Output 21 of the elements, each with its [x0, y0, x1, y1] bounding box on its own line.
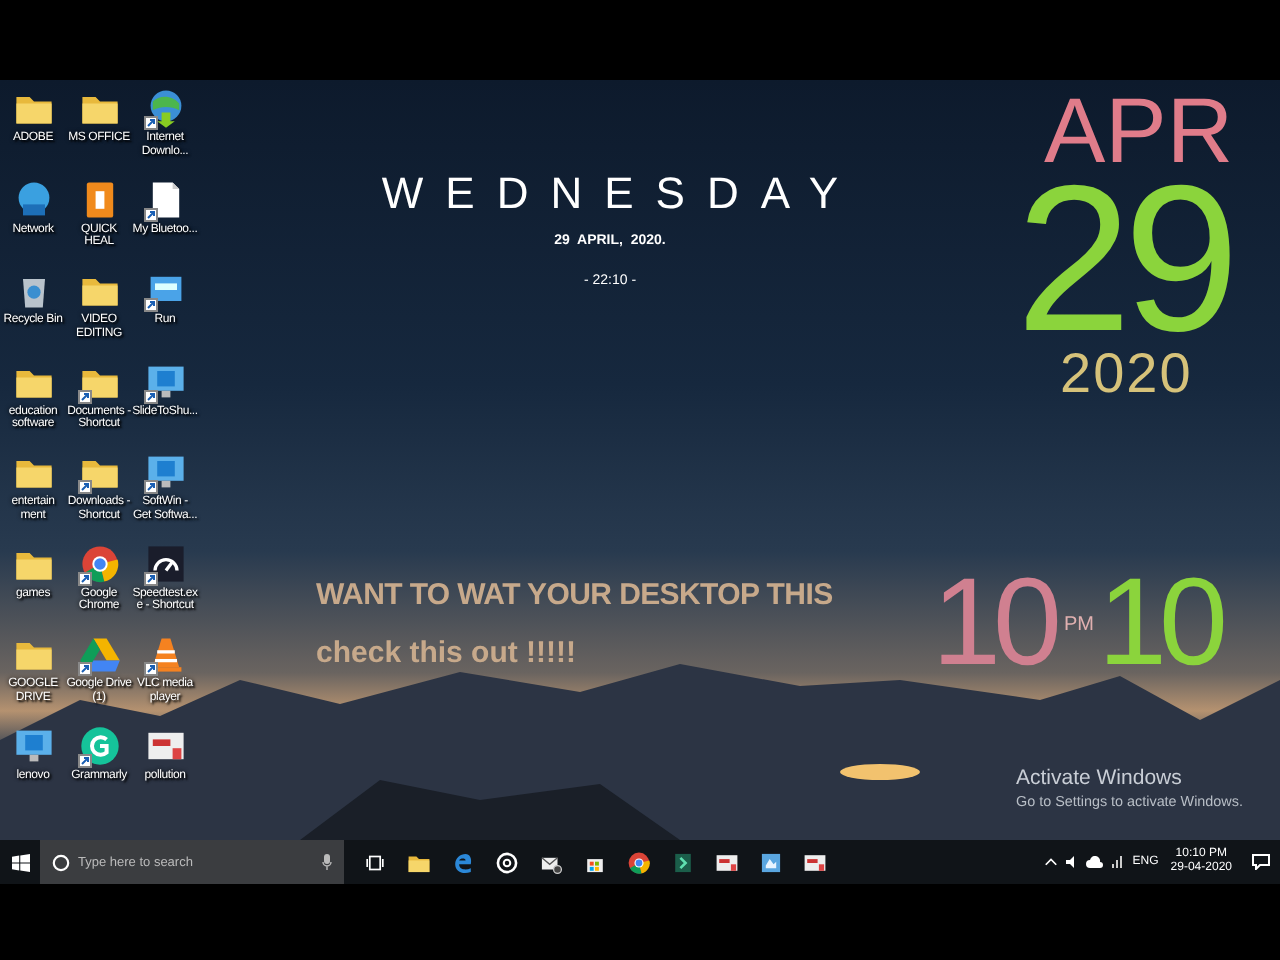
search-icon	[52, 853, 70, 871]
chevron-up-icon[interactable]	[1044, 855, 1059, 869]
caption-text: WANT TO WAT YOUR DESKTOP THIS	[316, 578, 833, 612]
network-icon[interactable]	[1110, 854, 1127, 870]
arrow-app-icon	[669, 849, 695, 875]
picture-icon	[757, 849, 783, 875]
clock-minute: 10	[1097, 560, 1220, 688]
gauge-icon	[143, 541, 187, 585]
picture-icon	[801, 849, 827, 875]
clock-period: PM	[1063, 613, 1094, 635]
weekday-text: WEDNESDAY	[381, 168, 861, 220]
clock-hour: 10	[932, 560, 1054, 688]
cloud-icon[interactable]	[1086, 855, 1105, 869]
message-icon	[1251, 854, 1269, 870]
caption-text: check this out !!!!!	[316, 636, 576, 670]
microphone-icon[interactable]	[322, 854, 332, 870]
picture-icon	[713, 849, 739, 875]
windows-logo-icon	[11, 853, 29, 871]
year-text: 2020	[1060, 346, 1193, 402]
disc-icon	[493, 849, 519, 875]
activation-title: Activate Windows	[1016, 766, 1182, 790]
